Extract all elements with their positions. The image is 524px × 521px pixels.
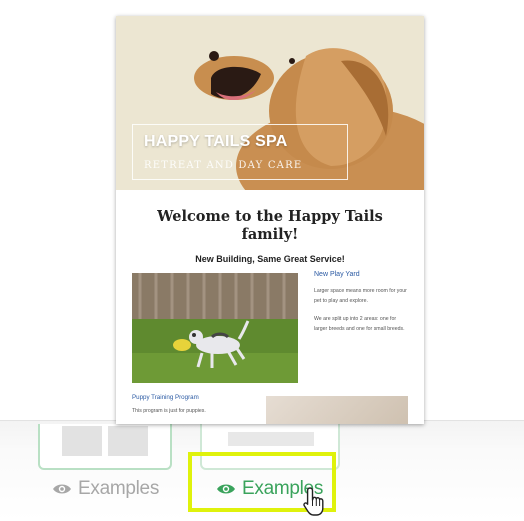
examples-label: Examples — [78, 478, 160, 499]
training-photo — [266, 396, 408, 424]
email-template-preview: HAPPY TAILS SPA RETREAT AND DAY CARE Wel… — [116, 16, 424, 424]
training-program-text: This program is just for puppies. — [132, 408, 206, 414]
play-yard-paragraph: Larger space means more room for your pe… — [314, 288, 407, 304]
hero-image: HAPPY TAILS SPA RETREAT AND DAY CARE — [116, 16, 424, 190]
eye-icon — [53, 484, 71, 494]
tagline: New Building, Same Great Service! — [195, 254, 345, 264]
hero-subtitle: RETREAT AND DAY CARE — [144, 160, 303, 171]
training-program-title: Puppy Training Program — [132, 394, 199, 401]
thumbnail-block — [108, 426, 148, 456]
hand-pointer-icon — [303, 487, 324, 516]
welcome-heading: Welcome to the Happy Tails family! — [157, 208, 383, 243]
hero-title: HAPPY TAILS SPA — [144, 133, 288, 150]
thumbnail-block — [228, 432, 314, 446]
play-yard-photo — [132, 273, 298, 383]
play-yard-paragraph: We are split up into 2 areas: one for la… — [314, 316, 405, 332]
eye-icon — [217, 484, 235, 494]
play-yard-text: Larger space means more room for your pe… — [314, 286, 410, 334]
play-yard-title: New Play Yard — [314, 271, 360, 278]
template-card-left[interactable] — [38, 424, 172, 470]
thumbnail-block — [62, 426, 102, 456]
examples-link-left[interactable]: Examples — [52, 478, 159, 500]
